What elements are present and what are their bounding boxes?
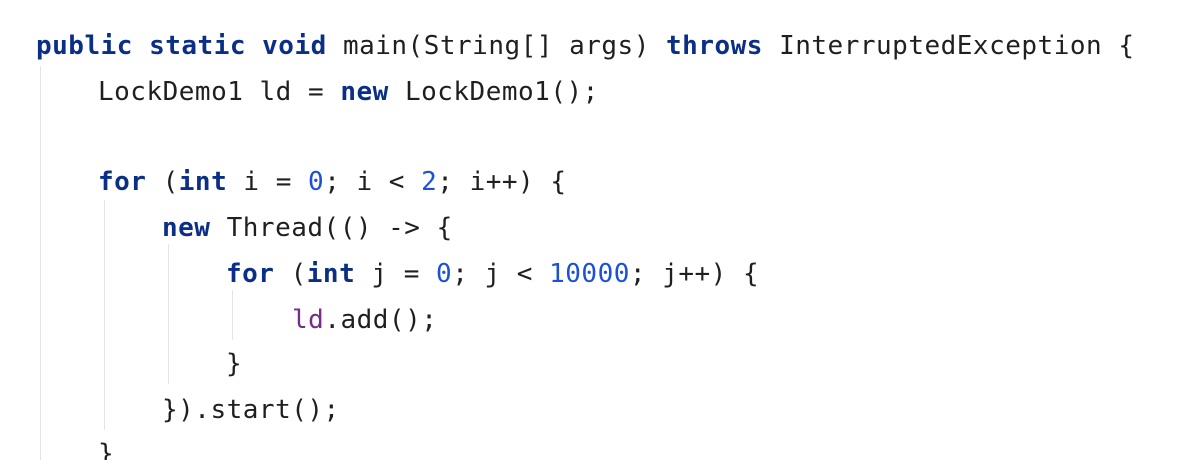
code-line-method-signature: public static void main(String[] args) t… — [36, 24, 1134, 68]
loop-init: j = — [371, 259, 420, 289]
code-line-close-inner-for: } — [226, 342, 242, 386]
number-literal: 0 — [308, 167, 325, 197]
exception-type: InterruptedException { — [779, 31, 1135, 61]
indent-guide — [168, 244, 169, 384]
number-literal: 0 — [436, 259, 453, 289]
keyword-for: for — [226, 259, 275, 289]
code-line-thread-start: }).start(); — [162, 388, 340, 432]
code-line-lock-declaration: LockDemo1 ld = new LockDemo1(); — [98, 70, 599, 114]
loop-condition: ; i < — [324, 167, 405, 197]
code-line-new-thread: new Thread(() -> { — [162, 206, 453, 250]
code-editor: public static void main(String[] args) t… — [0, 0, 1198, 460]
number-literal: 2 — [421, 167, 438, 197]
keyword-new: new — [162, 213, 211, 243]
loop-increment: ; j++) { — [629, 259, 760, 289]
constructor-call: LockDemo1(); — [404, 77, 599, 107]
indent-guide — [40, 66, 41, 460]
loop-increment: ; i++) { — [437, 167, 567, 197]
code-line-outer-for: for (int i = 0; i < 2; i++) { — [98, 160, 567, 204]
keyword-int: int — [306, 259, 356, 289]
keyword-throws: throws — [666, 31, 763, 61]
indent-guide — [232, 290, 233, 340]
code-line-add-call: ld.add(); — [292, 298, 437, 342]
field-ld: ld — [292, 305, 325, 335]
thread-start-call: }).start(); — [162, 395, 340, 425]
keyword-new: new — [340, 77, 389, 107]
closing-brace: } — [98, 439, 115, 460]
keyword-int: int — [178, 167, 228, 197]
paren-open: ( — [290, 259, 307, 289]
keyword-public: public — [36, 31, 133, 61]
code-line-inner-for: for (int j = 0; j < 10000; j++) { — [226, 252, 759, 296]
keyword-static: static — [149, 31, 246, 61]
paren-open: ( — [162, 167, 179, 197]
keyword-void: void — [262, 31, 327, 61]
loop-condition: ; j < — [452, 259, 533, 289]
indent-guide — [104, 200, 105, 430]
number-literal: 10000 — [549, 259, 630, 289]
closing-brace: } — [226, 349, 243, 379]
keyword-for: for — [98, 167, 147, 197]
loop-init: i = — [243, 167, 292, 197]
method-name: main(String[] args) — [342, 31, 650, 61]
variable-declaration: LockDemo1 ld = — [98, 77, 325, 107]
thread-lambda: Thread(() -> { — [226, 213, 453, 243]
code-line-close-outer-for: } — [98, 432, 114, 460]
method-call: .add(); — [324, 305, 438, 335]
